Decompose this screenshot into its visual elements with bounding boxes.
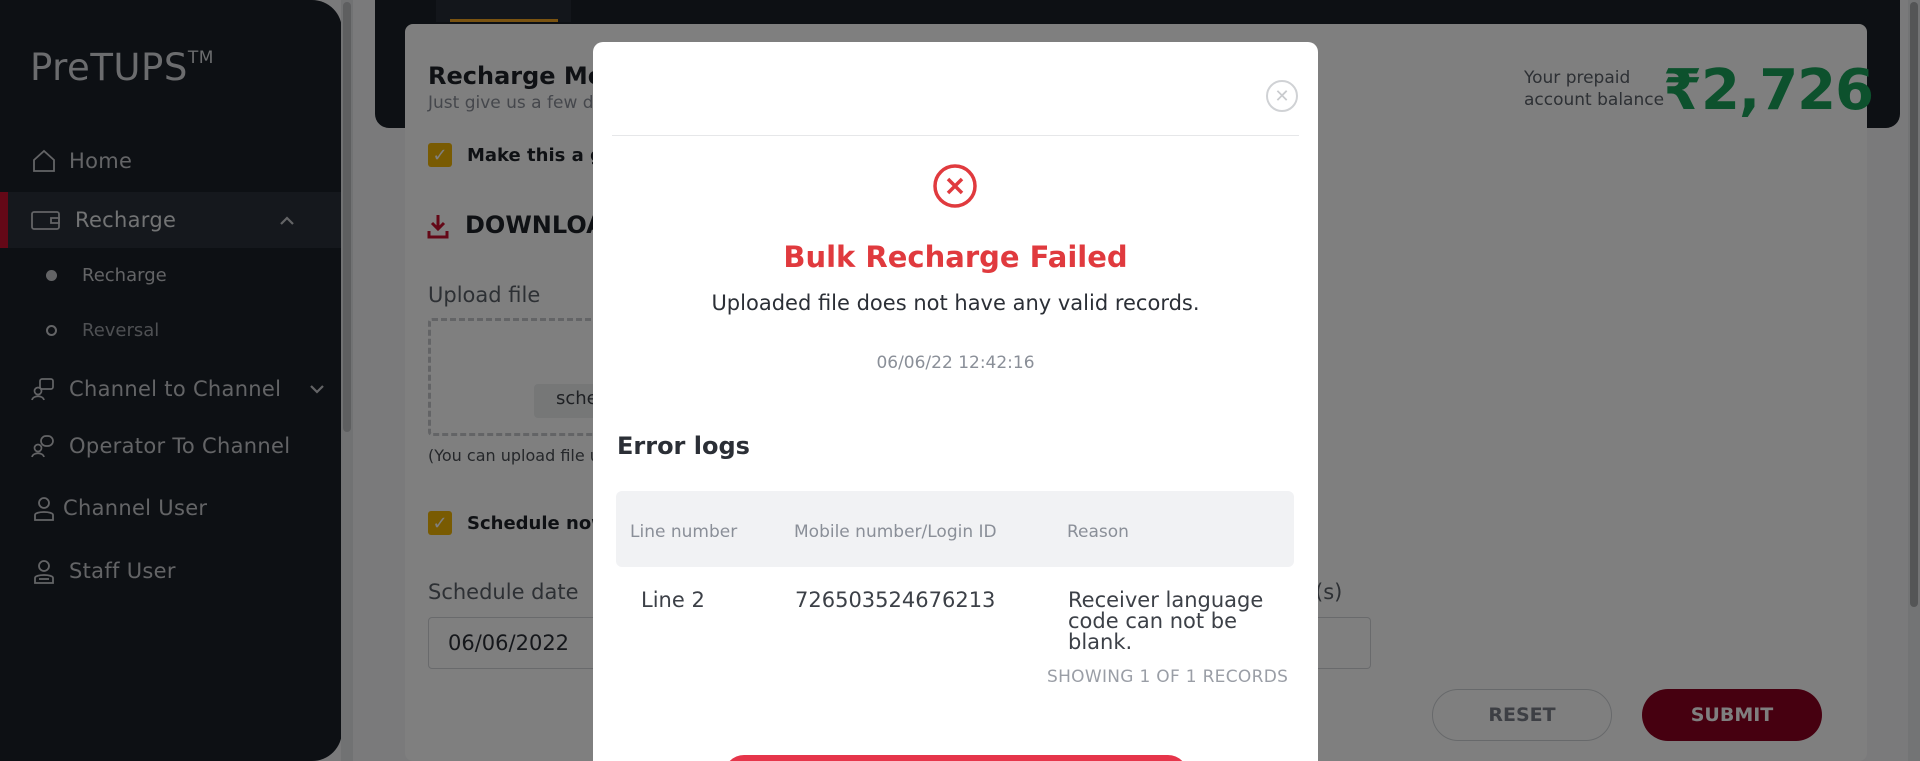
error-modal [593, 42, 1318, 761]
column-header-mobile: Mobile number/Login ID [794, 522, 997, 542]
error-logs-heading: Error logs [617, 432, 750, 460]
modal-timestamp: 06/06/22 12:42:16 [876, 353, 1035, 373]
modal-title: Bulk Recharge Failed [783, 240, 1128, 274]
modal-action-button[interactable] [724, 755, 1188, 761]
row-reason-line: Receiver language [1068, 588, 1264, 612]
column-header-reason: Reason [1067, 522, 1129, 542]
row-reason-line: code can not be [1068, 609, 1238, 633]
records-count: SHOWING 1 OF 1 RECORDS [1047, 667, 1289, 687]
close-icon[interactable]: ✕ [1266, 80, 1298, 112]
modal-divider [612, 135, 1299, 136]
row-mobile-number: 726503524676213 [795, 588, 996, 612]
error-circle-icon [932, 163, 978, 209]
row-reason: Receiver language code can not be blank. [1068, 590, 1263, 653]
row-line-number: Line 2 [641, 588, 705, 612]
row-reason-line: blank. [1068, 630, 1133, 654]
modal-message: Uploaded file does not have any valid re… [711, 291, 1200, 315]
column-header-line-number: Line number [630, 522, 738, 542]
